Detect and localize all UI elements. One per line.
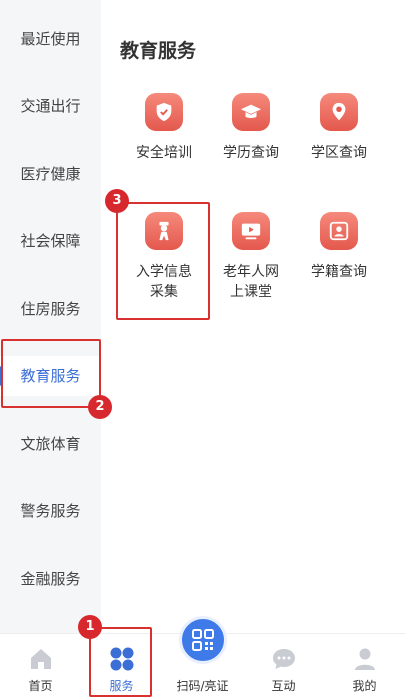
video-play-icon bbox=[232, 212, 270, 250]
section-title: 教育服务 bbox=[120, 40, 197, 62]
highlight-box-education bbox=[1, 339, 101, 408]
user-icon bbox=[352, 646, 378, 672]
student-card-icon bbox=[320, 212, 358, 250]
tab-label: 互动 bbox=[271, 679, 296, 693]
sidebar-item-finance[interactable]: 金融服务 bbox=[0, 559, 101, 599]
service-label: 安全培训 bbox=[136, 145, 192, 161]
sidebar-item-transport[interactable]: 交通出行 bbox=[0, 86, 101, 126]
service-label: 老年人网 上课堂 bbox=[223, 264, 279, 300]
home-icon bbox=[28, 646, 54, 672]
tab-label: 扫码/亮证 bbox=[176, 679, 229, 693]
step-badge-2: 2 bbox=[88, 395, 112, 419]
service-student-status-query[interactable]: 学籍查询 bbox=[295, 212, 383, 282]
graduation-cap-icon bbox=[232, 93, 270, 131]
tab-interact[interactable]: 互动 bbox=[243, 634, 324, 698]
service-label: 学籍查询 bbox=[311, 264, 367, 280]
sidebar-item-medical[interactable]: 医疗健康 bbox=[0, 154, 101, 194]
service-education-query[interactable]: 学历查询 bbox=[207, 93, 295, 163]
shield-icon bbox=[145, 93, 183, 131]
location-pin-icon bbox=[320, 93, 358, 131]
tab-scan[interactable]: 扫码/亮证 bbox=[162, 616, 243, 698]
sidebar-item-social-security[interactable]: 社会保障 bbox=[0, 221, 101, 261]
category-sidebar: 最近使用 交通出行 医疗健康 社会保障 住房服务 教育服务 文旅体育 警务服务 … bbox=[0, 0, 101, 633]
step-badge-1: 1 bbox=[78, 615, 102, 639]
tab-label: 我的 bbox=[352, 679, 377, 693]
service-label: 学历查询 bbox=[223, 145, 279, 161]
tab-label: 首页 bbox=[28, 679, 53, 693]
bottom-tab-bar: 首页 服务 扫码/亮证 互动 我的 bbox=[0, 616, 405, 698]
tab-mine[interactable]: 我的 bbox=[324, 634, 405, 698]
service-label: 学区查询 bbox=[311, 145, 367, 161]
sidebar-item-culture-sports[interactable]: 文旅体育 bbox=[0, 424, 101, 464]
qr-code-icon bbox=[178, 616, 227, 664]
service-safety-training[interactable]: 安全培训 bbox=[120, 93, 208, 163]
service-senior-online-class[interactable]: 老年人网 上课堂 bbox=[207, 212, 295, 302]
sidebar-item-recent[interactable]: 最近使用 bbox=[0, 19, 101, 59]
tab-home[interactable]: 首页 bbox=[0, 634, 81, 698]
highlight-box-enrollment bbox=[116, 202, 210, 320]
sidebar-item-police[interactable]: 警务服务 bbox=[0, 491, 101, 531]
highlight-box-services-tab bbox=[89, 627, 152, 697]
service-school-district-query[interactable]: 学区查询 bbox=[295, 93, 383, 163]
chat-bubble-icon bbox=[271, 646, 297, 672]
sidebar-item-housing[interactable]: 住房服务 bbox=[0, 289, 101, 329]
step-badge-3: 3 bbox=[105, 189, 129, 213]
